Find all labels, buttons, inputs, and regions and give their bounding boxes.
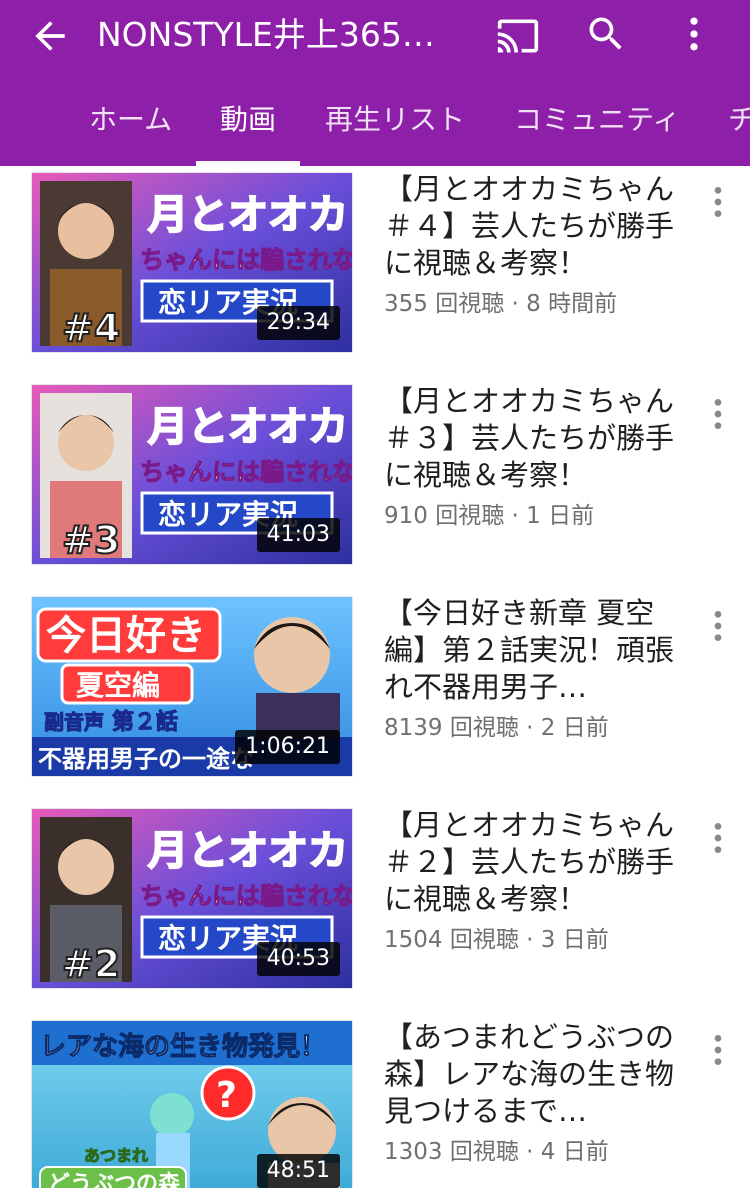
video-meta: 355 回視聴 · 8 時間前 <box>384 291 618 317</box>
more-vert-icon[interactable] <box>698 602 738 650</box>
channel-title: NONSTYLE井上365チャンネル <box>97 15 467 54</box>
more-vert-icon[interactable] <box>698 1026 738 1074</box>
thumbnail-text: ちゃんには騙されない <box>140 882 353 910</box>
thumbnail-text: ちゃんには騙されない <box>140 246 353 274</box>
video-title[interactable]: 【今日好き新章 夏空編】第２話実況！頑張れ不器用男子… <box>384 595 684 706</box>
video-title[interactable]: 【あつまれどうぶつの森】レアな海の生き物見つけるまで… <box>384 1019 684 1130</box>
video-title[interactable]: 【月とオオカミちゃん＃２】芸人たちが勝手に視聴＆考察！ <box>384 807 684 918</box>
channel-tabs: ホーム 動画 再生リスト コミュニティ チャンネル <box>0 88 750 166</box>
duration-badge: 29:34 <box>256 306 340 340</box>
tab-community[interactable]: コミュニティ <box>514 88 680 166</box>
video-item[interactable]: 月とオオカミ ちゃんには騙されない 恋リア実況 #2 40:53 【月とオオカミ… <box>0 802 750 1014</box>
more-vert-icon[interactable] <box>698 390 738 438</box>
thumbnail-text: ? <box>216 1075 237 1116</box>
video-list: 月とオオカミ ちゃんには騙されない 恋リア実況 #4 29:34 【月とオオカミ… <box>0 166 750 1188</box>
video-thumbnail[interactable]: 月とオオカミ ちゃんには騙されない 恋リア実況 #4 29:34 <box>31 172 353 353</box>
thumbnail-text: レアな海の生き物発見！ <box>40 1032 326 1062</box>
thumbnail-text: 副音声 <box>44 710 104 734</box>
duration-badge: 1:06:21 <box>235 730 340 764</box>
arrow-back-icon[interactable] <box>28 14 72 58</box>
video-meta: 1504 回視聴 · 3 日前 <box>384 927 609 953</box>
thumbnail-text: どうぶつの森 <box>48 1171 181 1188</box>
thumbnail-text: 今日好き <box>46 613 206 659</box>
app-bar: NONSTYLE井上365チャンネル ホーム 動画 再生リスト コミュニティ チ… <box>0 0 750 166</box>
thumbnail-text: #3 <box>62 518 120 562</box>
video-meta: 8139 回視聴 · 2 日前 <box>384 715 609 741</box>
video-title[interactable]: 【月とオオカミちゃん＃４】芸人たちが勝手に視聴＆考察！ <box>384 171 684 282</box>
video-item[interactable]: 月とオオカミ ちゃんには騙されない 恋リア実況 #4 29:34 【月とオオカミ… <box>0 166 750 378</box>
thumbnail-text: 月とオオカミ <box>148 192 353 238</box>
video-thumbnail[interactable]: 月とオオカミ ちゃんには騙されない 恋リア実況 #2 40:53 <box>31 808 353 989</box>
thumbnail-text: 月とオオカミ <box>148 404 353 450</box>
video-item[interactable]: 今日好き 夏空編 副音声 第２話 不器用男子の一途な 1:06:21 【今日好き… <box>0 590 750 802</box>
video-meta: 1303 回視聴 · 4 日前 <box>384 1139 609 1165</box>
cast-icon[interactable] <box>494 14 542 58</box>
video-title[interactable]: 【月とオオカミちゃん＃３】芸人たちが勝手に視聴＆考察！ <box>384 383 684 494</box>
more-vert-icon[interactable] <box>672 12 716 56</box>
thumbnail-text: #2 <box>62 942 120 986</box>
thumbnail-text: ちゃんには騙されない <box>140 458 353 486</box>
video-thumbnail[interactable]: レアな海の生き物発見！ ? あつまれ どうぶつの森 48:51 <box>31 1020 353 1188</box>
thumbnail-text: 第２話 <box>112 709 178 735</box>
tab-playlists[interactable]: 再生リスト <box>325 88 465 166</box>
tab-videos[interactable]: 動画 <box>220 88 276 166</box>
more-vert-icon[interactable] <box>698 814 738 862</box>
thumbnail-text: 夏空編 <box>76 669 160 702</box>
duration-badge: 48:51 <box>256 1154 340 1188</box>
top-bar: NONSTYLE井上365チャンネル <box>0 0 750 76</box>
tab-home[interactable]: ホーム <box>89 88 172 166</box>
video-item[interactable]: レアな海の生き物発見！ ? あつまれ どうぶつの森 48:51 【あつまれどうぶ… <box>0 1014 750 1188</box>
more-vert-icon[interactable] <box>698 178 738 226</box>
video-thumbnail[interactable]: 月とオオカミ ちゃんには騙されない 恋リア実況 #3 41:03 <box>31 384 353 565</box>
video-item[interactable]: 月とオオカミ ちゃんには騙されない 恋リア実況 #3 41:03 【月とオオカミ… <box>0 378 750 590</box>
thumbnail-text: あつまれ <box>84 1146 148 1165</box>
video-thumbnail[interactable]: 今日好き 夏空編 副音声 第２話 不器用男子の一途な 1:06:21 <box>31 596 353 777</box>
duration-badge: 41:03 <box>256 518 340 552</box>
tab-channels[interactable]: チャンネル <box>728 88 750 166</box>
thumbnail-text: #4 <box>62 306 120 350</box>
thumbnail-text: 月とオオカミ <box>148 828 353 874</box>
video-meta: 910 回視聴 · 1 日前 <box>384 503 595 529</box>
search-icon[interactable] <box>584 12 628 56</box>
duration-badge: 40:53 <box>256 942 340 976</box>
thumbnail-text: 不器用男子の一途な <box>38 745 254 773</box>
